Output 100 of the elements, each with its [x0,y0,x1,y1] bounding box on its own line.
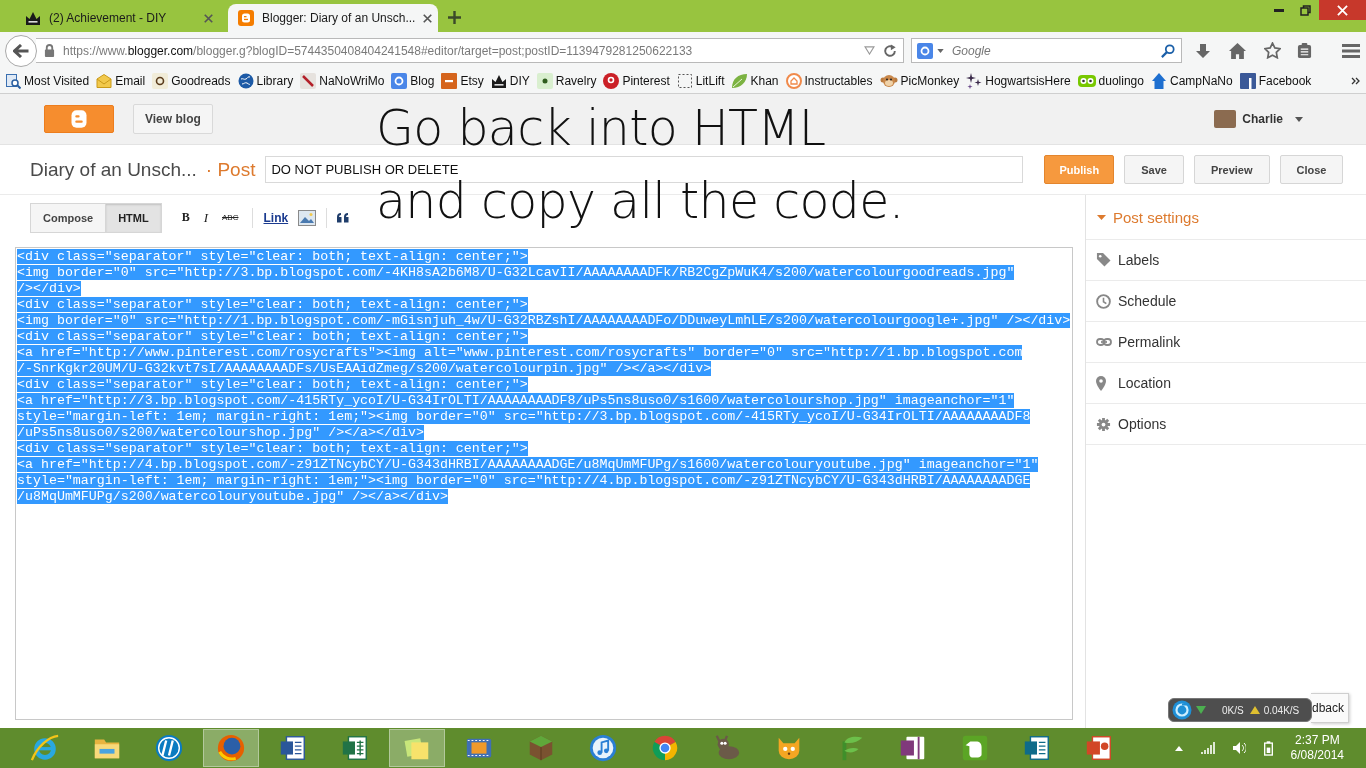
tile-icon [441,73,458,89]
bookmark-link[interactable]: Most Visited [5,73,90,89]
action-button[interactable]: Save [1124,155,1184,184]
format-button[interactable]: B [175,205,196,230]
back-icon [13,43,29,58]
format-button[interactable]: ABC [216,205,245,230]
bookmark-link[interactable]: Ravelry [536,73,597,89]
caret-up-icon[interactable] [1174,745,1183,751]
clock-date[interactable]: 6/08/2014 [1290,748,1344,763]
clock-time[interactable]: 2:37 PM [1294,733,1340,748]
settings-item[interactable]: Location [1086,363,1366,404]
image-icon[interactable] [298,209,317,226]
bookmark-link[interactable]: Khan [731,73,779,89]
action-button[interactable]: Close [1279,155,1344,184]
tile-icon[interactable] [917,42,933,59]
blog-title: Diary of an Unsch... [30,158,197,181]
back-button[interactable] [5,34,37,67]
taskbar-button[interactable] [203,729,259,767]
location-pin-icon [1096,375,1106,391]
mode-tab[interactable]: Compose [30,202,107,233]
format-button[interactable]: Link [259,205,293,230]
bookmark-link[interactable]: Instructables [785,73,873,89]
view-blog-button[interactable]: View blog [133,104,213,134]
home-icon[interactable] [1229,42,1246,59]
settings-icon [1096,416,1111,432]
feedback-button[interactable]: dback [1311,693,1349,723]
caret-icon[interactable] [937,48,944,53]
envelope-icon [96,74,113,88]
bookmark-link[interactable]: Etsy [441,73,484,89]
ring-icon [30,733,60,763]
volume-icon[interactable] [1232,742,1246,754]
bookmark-link[interactable]: Blog [391,73,435,89]
bookmark-link[interactable]: LitLift [676,73,725,89]
settings-item[interactable]: Schedule [1086,281,1366,322]
tile-icon [536,73,553,89]
bookmark-link[interactable]: Goodreads [152,73,231,89]
star-icon[interactable] [1264,42,1281,59]
search-icon[interactable] [1161,43,1175,58]
arrow-down-icon [1196,706,1206,714]
presentation-icon [1084,733,1114,763]
chevron-icon[interactable] [1351,77,1360,85]
leaf-icon [731,73,748,89]
plus-icon[interactable] [448,11,461,24]
section-label: · Post [205,158,256,181]
download-icon[interactable] [1194,42,1211,59]
tile-icon [152,73,169,89]
user-name[interactable]: Charlie [1242,112,1283,126]
bookmark-link[interactable]: HogwartsisHere [966,73,1071,89]
house-icon [1150,73,1167,89]
close-icon[interactable] [204,13,213,23]
globe-icon [216,733,246,763]
settings-item[interactable]: Labels [1086,240,1366,281]
reload-icon[interactable] [883,43,897,58]
link-icon [1096,338,1112,346]
bookmark-link[interactable]: Pinterest [603,73,670,89]
minimize-icon [1273,8,1284,12]
restore-icon [1300,4,1311,16]
mode-tab[interactable]: HTML [106,202,162,233]
close-button[interactable] [1319,0,1366,20]
bookmark-link[interactable]: duolingo [1077,74,1144,88]
signal-icon[interactable] [1200,742,1215,754]
tile-icon [300,73,317,89]
spreadsheet-icon [340,733,370,763]
battery-icon[interactable] [1263,740,1273,756]
bookmark-link[interactable]: CampNaNo [1150,73,1233,89]
globe-icon [237,73,254,89]
dropdown-icon[interactable] [864,46,875,55]
address-field[interactable]: https://www.blogger.com/blogger.g?blogID=5744350408404241548#editor/target=post;postID=1139479281250622133 [36,38,904,63]
caption-text: Go back into HTML [376,102,827,156]
music-note-icon [588,733,618,763]
ring-icon [1172,700,1192,720]
action-button[interactable]: Preview [1193,155,1270,184]
logo-button[interactable] [44,105,114,133]
browser-tab[interactable]: (2) Achievement - DIY [15,4,225,32]
crown-icon [25,11,41,25]
wheel-icon [650,733,680,763]
search-field[interactable]: Google [911,38,1182,63]
caret-icon[interactable] [1295,116,1303,122]
bookmark-link[interactable]: PicMonkey [879,74,960,88]
close-icon[interactable] [423,13,433,23]
quote-icon[interactable] [337,212,351,223]
search-input[interactable]: Google [948,41,1157,60]
format-button[interactable]: I [197,205,215,230]
close-icon [1337,4,1348,16]
tile-icon [391,73,408,89]
bookmark-link[interactable]: NaNoWriMo [300,73,385,89]
magnifier-document-icon [5,73,21,89]
code-editor-field[interactable] [15,247,1073,720]
menu-icon[interactable] [1341,43,1360,58]
clipboard-icon[interactable] [1297,43,1312,58]
arrow-up-icon [1249,706,1260,714]
settings-item[interactable]: Options [1086,404,1366,445]
bookmark-link[interactable]: Library [237,73,294,89]
download-speed: 0K/S [1222,704,1244,716]
tile-icon [1239,73,1256,89]
bookmark-link[interactable]: DIY [490,74,530,88]
bookmark-link[interactable]: Email [96,74,146,88]
bookmark-link[interactable]: Facebook [1239,73,1312,89]
browser-tab[interactable]: Blogger: Diary of an Unsch... [228,4,438,32]
settings-item[interactable]: Permalink [1086,322,1366,363]
